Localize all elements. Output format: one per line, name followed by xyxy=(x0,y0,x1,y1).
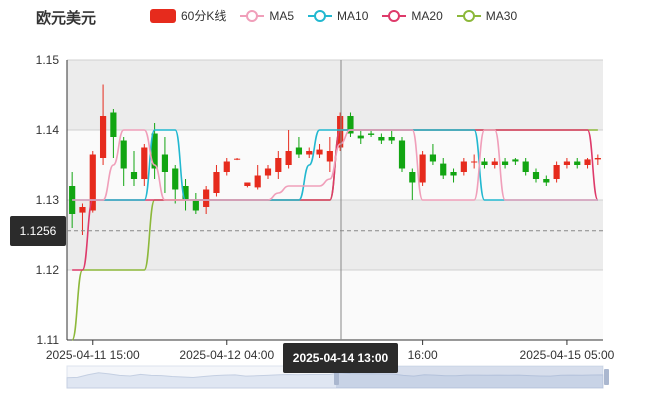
candle-body xyxy=(512,159,519,162)
candle-body xyxy=(254,175,261,188)
candle-body xyxy=(440,163,447,176)
plot-band xyxy=(67,270,603,340)
candle-body xyxy=(491,161,498,165)
candle-body xyxy=(120,140,127,169)
y-tick-label: 1.12 xyxy=(36,263,60,277)
candle-body xyxy=(378,137,385,141)
candle-body xyxy=(275,158,282,172)
candle-body xyxy=(584,159,591,165)
zoom-handle-right[interactable] xyxy=(604,369,609,385)
candle-body xyxy=(429,154,437,162)
candle-body xyxy=(141,147,148,179)
candle-body xyxy=(326,151,333,162)
candle-body xyxy=(295,147,303,155)
candle-body xyxy=(450,172,457,176)
candle-body xyxy=(471,161,478,163)
candle-body xyxy=(110,112,117,137)
x-tick-label: 2025-04-12 04:00 xyxy=(179,348,274,362)
candle-body xyxy=(130,172,138,179)
candle-body xyxy=(501,161,509,165)
candle-body xyxy=(594,158,601,160)
plot-band xyxy=(67,60,603,130)
candle-body xyxy=(306,151,313,155)
candle-body xyxy=(192,200,199,211)
candle-body xyxy=(563,161,571,165)
x-tick-label: 2025-04-15 05:00 xyxy=(520,348,615,362)
candle-body xyxy=(388,137,395,141)
candle-body xyxy=(172,168,179,190)
candle-body xyxy=(398,140,406,169)
candle-body xyxy=(244,182,251,186)
candle-body xyxy=(285,151,292,165)
candle-body xyxy=(213,172,220,193)
y-tick-label: 1.13 xyxy=(36,193,60,207)
candle-body xyxy=(264,168,272,176)
candlestick-chart[interactable]: 1.15 1.14 1.13 1.12 1.11 2025-04-11 15:00 202… xyxy=(0,0,670,400)
y-tick-label: 1.15 xyxy=(36,53,60,67)
candle-body xyxy=(357,135,364,139)
candle-body xyxy=(203,189,210,207)
candle-body xyxy=(316,149,323,155)
candle-body xyxy=(574,161,581,165)
candle-body xyxy=(367,133,375,135)
candle-body xyxy=(460,161,467,172)
candle-body xyxy=(79,207,86,213)
candle-body xyxy=(223,161,230,172)
y-tick-label: 1.11 xyxy=(37,333,60,347)
candle-body xyxy=(522,161,529,172)
x-tick-label: 2025-04-11 15:00 xyxy=(46,348,140,362)
candle-body xyxy=(233,158,241,160)
candle-body xyxy=(409,172,416,183)
candle xyxy=(347,112,354,137)
x-tick-label: 16:00 xyxy=(408,348,438,362)
crosshair-y-value: 1.1256 xyxy=(10,216,66,246)
y-tick-label: 1.14 xyxy=(36,123,60,137)
candle-body xyxy=(99,116,107,158)
candle-body xyxy=(543,179,550,183)
candle-body xyxy=(532,172,540,179)
candle-body xyxy=(161,154,169,172)
candle xyxy=(398,137,406,172)
candle-body xyxy=(419,154,426,183)
candle xyxy=(419,151,426,186)
crosshair-x-value: 2025-04-14 13:00 xyxy=(283,343,398,373)
candle-body xyxy=(553,165,560,179)
candle-body xyxy=(481,161,488,165)
